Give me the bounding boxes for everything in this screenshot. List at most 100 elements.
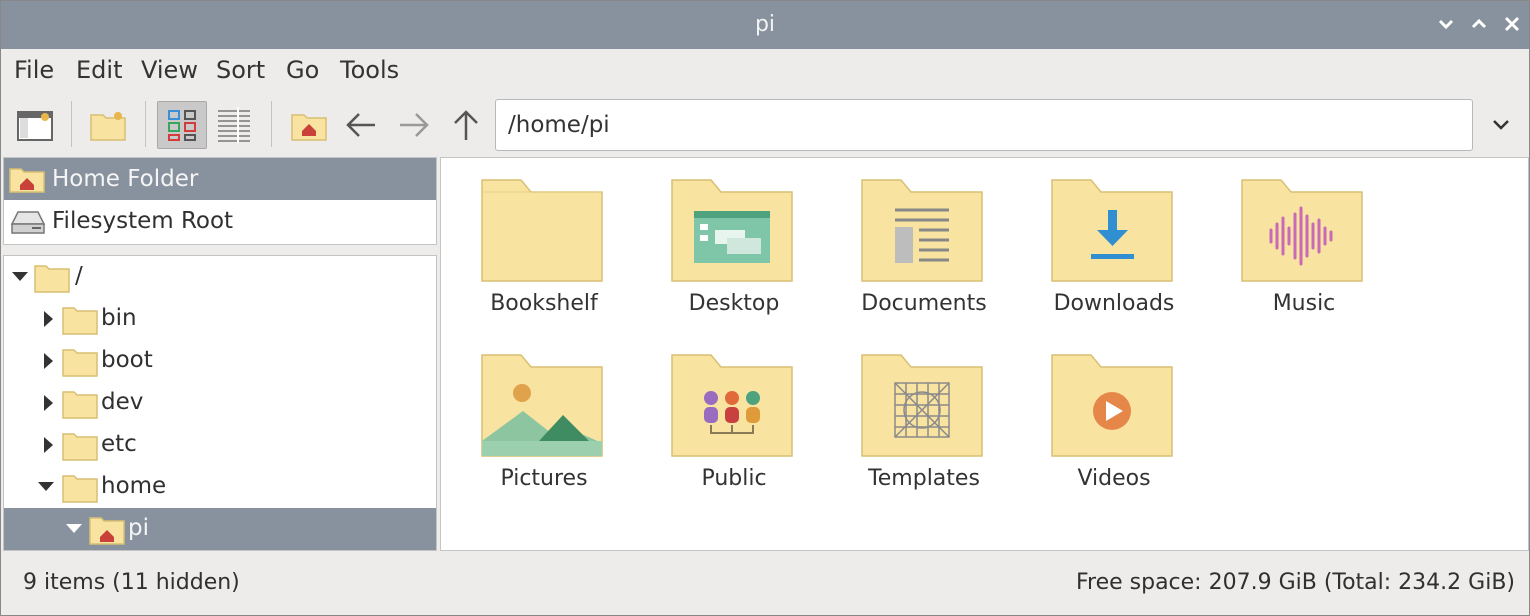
menu-tools[interactable]: Tools bbox=[340, 56, 399, 84]
close-button[interactable] bbox=[1499, 11, 1525, 37]
file-item-label: Bookshelf bbox=[490, 291, 598, 316]
maximize-button[interactable] bbox=[1466, 11, 1492, 37]
path-bar bbox=[495, 99, 1473, 151]
templates-folder-icon bbox=[861, 354, 983, 457]
path-history-dropdown[interactable] bbox=[1479, 101, 1523, 149]
downloads-folder-icon bbox=[1051, 179, 1173, 282]
drive-icon bbox=[10, 211, 46, 234]
file-item-label: Pictures bbox=[500, 466, 588, 491]
tree-node-home[interactable]: home bbox=[4, 466, 436, 508]
file-item-label: Downloads bbox=[1053, 291, 1175, 316]
collapsed-arrow-icon[interactable] bbox=[40, 311, 56, 327]
menu-edit[interactable]: Edit bbox=[76, 56, 122, 84]
chevron-up-icon bbox=[1471, 18, 1487, 29]
collapsed-arrow-icon[interactable] bbox=[40, 437, 56, 453]
expanded-arrow-icon[interactable] bbox=[38, 479, 54, 495]
path-input[interactable] bbox=[508, 100, 1458, 150]
file-manager-window: pi File Edit View Sort Go Tools /home/pi… bbox=[0, 0, 1530, 616]
tree-node-label: bin bbox=[101, 305, 137, 331]
places-pane: Home Folder Filesystem Root bbox=[3, 157, 437, 245]
tree-node-label: home bbox=[101, 473, 167, 499]
tree-node-label: pi bbox=[128, 515, 149, 541]
tree-node-dev[interactable]: dev bbox=[4, 382, 436, 424]
file-item-public[interactable]: Public bbox=[631, 333, 811, 503]
pictures-folder-icon bbox=[481, 354, 603, 457]
tree-node-root[interactable]: / bbox=[4, 256, 436, 298]
file-item-label: Documents bbox=[861, 291, 987, 316]
tree-node-label: dev bbox=[101, 389, 144, 415]
home-folder-icon bbox=[89, 517, 125, 545]
up-button[interactable] bbox=[441, 101, 491, 149]
toggle-sidepane-button[interactable] bbox=[10, 101, 60, 149]
list-view-button[interactable] bbox=[209, 101, 259, 149]
folder-icon bbox=[34, 265, 70, 293]
file-item-label: Videos bbox=[1077, 466, 1151, 491]
expanded-arrow-icon[interactable] bbox=[66, 521, 82, 537]
music-folder-icon bbox=[1241, 179, 1363, 282]
menu-bar: File Edit View Sort Go Tools bbox=[1, 49, 1529, 93]
menu-view[interactable]: View bbox=[141, 56, 198, 84]
folder-icon bbox=[62, 349, 98, 377]
file-view: Bookshelf Desktop Documents Downloads Mu… bbox=[440, 157, 1529, 551]
place-filesystem-root[interactable]: Filesystem Root bbox=[4, 200, 436, 242]
forward-arrow-icon bbox=[400, 113, 429, 137]
home-button[interactable] bbox=[284, 101, 334, 149]
menu-go[interactable]: Go bbox=[286, 56, 319, 84]
file-item-label: Public bbox=[701, 466, 767, 491]
file-item-documents[interactable]: Documents bbox=[821, 158, 1001, 328]
file-item-videos[interactable]: Videos bbox=[1011, 333, 1191, 503]
expanded-arrow-icon[interactable] bbox=[12, 269, 28, 285]
list-view-icon bbox=[218, 107, 250, 143]
close-icon bbox=[1504, 16, 1520, 32]
directory-tree: / bin boot dev etc home pi bbox=[3, 255, 437, 551]
folder-icon bbox=[62, 433, 98, 461]
file-item-label: Music bbox=[1272, 291, 1336, 316]
sidepane-icon bbox=[17, 111, 53, 141]
file-item-label: Templates bbox=[868, 466, 980, 491]
file-item-label: Desktop bbox=[688, 291, 780, 316]
forward-button[interactable] bbox=[389, 101, 439, 149]
file-item-bookshelf[interactable]: Bookshelf bbox=[441, 158, 621, 328]
file-item-music[interactable]: Music bbox=[1201, 158, 1381, 328]
back-arrow-icon bbox=[346, 113, 375, 137]
file-item-templates[interactable]: Templates bbox=[821, 333, 1001, 503]
documents-folder-icon bbox=[861, 179, 983, 282]
item-count: 9 items (11 hidden) bbox=[23, 570, 240, 595]
new-folder-icon bbox=[90, 112, 126, 141]
file-item-pictures[interactable]: Pictures bbox=[441, 333, 621, 503]
public-folder-icon bbox=[671, 354, 793, 457]
home-icon bbox=[291, 114, 327, 141]
chevron-down-icon bbox=[1438, 19, 1454, 30]
menu-file[interactable]: File bbox=[14, 56, 54, 84]
back-button[interactable] bbox=[336, 101, 386, 149]
new-folder-button[interactable] bbox=[83, 101, 133, 149]
folder-icon bbox=[62, 391, 98, 419]
tree-node-pi[interactable]: pi bbox=[4, 508, 436, 550]
tree-node-bin[interactable]: bin bbox=[4, 298, 436, 340]
place-label: Home Folder bbox=[52, 166, 199, 192]
title-bar[interactable]: pi bbox=[1, 1, 1529, 49]
tree-node-label: etc bbox=[101, 431, 137, 457]
free-space: Free space: 207.9 GiB (Total: 234.2 GiB) bbox=[1075, 570, 1515, 595]
status-bar: 9 items (11 hidden) Free space: 207.9 Gi… bbox=[1, 553, 1529, 615]
place-label: Filesystem Root bbox=[52, 208, 234, 234]
icon-view-icon bbox=[168, 110, 196, 141]
minimize-button[interactable] bbox=[1433, 11, 1459, 37]
menu-sort[interactable]: Sort bbox=[216, 56, 265, 84]
folder-icon bbox=[62, 307, 98, 335]
collapsed-arrow-icon[interactable] bbox=[40, 353, 56, 369]
collapsed-arrow-icon[interactable] bbox=[40, 395, 56, 411]
icon-view-button[interactable] bbox=[157, 101, 207, 149]
place-home-folder[interactable]: Home Folder bbox=[4, 158, 436, 200]
tree-node-boot[interactable]: boot bbox=[4, 340, 436, 382]
tree-node-label: boot bbox=[101, 347, 153, 373]
tree-node-etc[interactable]: etc bbox=[4, 424, 436, 466]
up-arrow-icon bbox=[454, 110, 478, 140]
tree-node-label: / bbox=[75, 263, 83, 289]
file-item-desktop[interactable]: Desktop bbox=[631, 158, 811, 328]
desktop-folder-icon bbox=[671, 179, 793, 282]
home-folder-icon bbox=[9, 168, 45, 193]
folder-icon bbox=[62, 475, 98, 503]
file-item-downloads[interactable]: Downloads bbox=[1011, 158, 1191, 328]
window-title: pi bbox=[754, 12, 776, 37]
